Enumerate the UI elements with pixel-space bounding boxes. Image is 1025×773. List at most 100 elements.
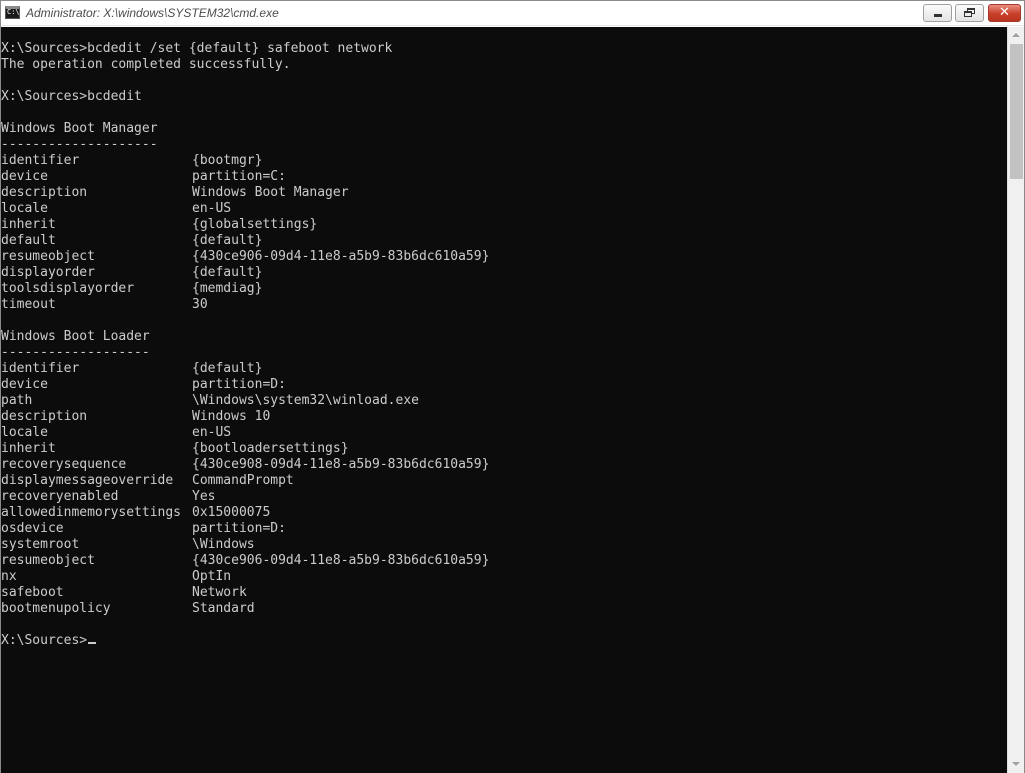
chevron-up-icon <box>1012 33 1020 37</box>
bcd-setting-name: recoverysequence <box>1 457 127 472</box>
console-text: -------------------- <box>1 137 158 152</box>
console-line: resumeobject {430ce906-09d4-11e8-a5b9-83b… <box>1 249 1007 265</box>
bcd-setting-name: osdevice <box>1 521 64 536</box>
scroll-up-button[interactable] <box>1008 27 1024 44</box>
bcd-setting-value: Windows Boot Manager <box>192 185 349 200</box>
bcd-setting-value: {default} <box>192 265 263 280</box>
bcd-setting-name: systemroot <box>1 537 80 552</box>
console-line: The operation completed successfully. <box>1 57 1007 73</box>
console-text: Windows Boot Manager <box>1 121 158 136</box>
bcd-setting-name: safeboot <box>1 585 64 600</box>
bcd-setting-value: \Windows\system32\winload.exe <box>192 393 419 408</box>
console-line: resumeobject {430ce906-09d4-11e8-a5b9-83b… <box>1 553 1007 569</box>
bcd-setting-value: CommandPrompt <box>192 473 294 488</box>
bcd-setting-value: {bootloadersettings} <box>192 441 349 456</box>
bcd-setting-value: 0x15000075 <box>192 505 271 520</box>
bcd-setting-name: inherit <box>1 441 56 456</box>
bcd-setting-name: identifier <box>1 153 80 168</box>
minimize-button[interactable] <box>923 4 952 22</box>
console-line: identifier {default} <box>1 361 1007 377</box>
text-cursor <box>88 642 97 644</box>
bcd-setting-name: displayorder <box>1 265 95 280</box>
console-line: ------------------- <box>1 345 1007 361</box>
console-line: systemroot \Windows <box>1 537 1007 553</box>
console-output[interactable]: X:\Sources>bcdedit /set {default} safebo… <box>1 27 1007 773</box>
bcd-setting-name: identifier <box>1 361 80 376</box>
console-line: nx OptIn <box>1 569 1007 585</box>
console-text: X:\Sources>bcdedit <box>1 89 142 104</box>
scroll-down-button[interactable] <box>1008 756 1024 773</box>
console-line: default {default} <box>1 233 1007 249</box>
console-lines: X:\Sources>bcdedit /set {default} safebo… <box>1 41 1007 649</box>
console-text: Windows Boot Loader <box>1 329 150 344</box>
bcd-setting-value: Network <box>192 585 247 600</box>
console-line: displayorder {default} <box>1 265 1007 281</box>
minimize-icon <box>934 14 942 17</box>
scrollbar-thumb[interactable] <box>1010 44 1023 179</box>
console-line: Windows Boot Loader <box>1 329 1007 345</box>
bcd-setting-value: {bootmgr} <box>192 153 263 168</box>
console-line: inherit {bootloadersettings} <box>1 441 1007 457</box>
bcd-setting-name: resumeobject <box>1 553 95 568</box>
bcd-setting-name: default <box>1 233 56 248</box>
console-line: recoverysequence {430ce908-09d4-11e8-a5b9… <box>1 457 1007 473</box>
restore-icon <box>964 8 976 18</box>
cmd-window: C:\ Administrator: X:\windows\SYSTEM32\c… <box>0 0 1025 773</box>
bcd-setting-name: path <box>1 393 33 408</box>
console-line: locale en-US <box>1 201 1007 217</box>
console-line: safeboot Network <box>1 585 1007 601</box>
bcd-setting-value: en-US <box>192 425 232 440</box>
bcd-setting-value: partition=D: <box>192 377 286 392</box>
console-line: recoveryenabled Yes <box>1 489 1007 505</box>
bcd-setting-value: Standard <box>192 601 255 616</box>
bcd-setting-value: Yes <box>192 489 216 504</box>
bcd-setting-value: {430ce906-09d4-11e8-a5b9-83b6dc610a59} <box>192 553 490 568</box>
bcd-setting-value: en-US <box>192 201 232 216</box>
bcd-setting-name: timeout <box>1 297 56 312</box>
command-prompt: X:\Sources> <box>1 633 88 648</box>
bcd-setting-value: \Windows <box>192 537 255 552</box>
bcd-setting-name: displaymessageoverride <box>1 473 174 488</box>
console-line: X:\Sources>bcdedit <box>1 89 1007 105</box>
console-line: Windows Boot Manager <box>1 121 1007 137</box>
bcd-setting-name: device <box>1 377 48 392</box>
console-line: inherit {globalsettings} <box>1 217 1007 233</box>
console-line: -------------------- <box>1 137 1007 153</box>
console-line: displaymessageoverride CommandPrompt <box>1 473 1007 489</box>
console-line: X:\Sources>bcdedit /set {default} safebo… <box>1 41 1007 57</box>
vertical-scrollbar[interactable] <box>1007 27 1024 773</box>
bcd-setting-value: {430ce906-09d4-11e8-a5b9-83b6dc610a59} <box>192 249 490 264</box>
bcd-setting-name: description <box>1 409 88 424</box>
restore-button[interactable] <box>955 4 984 22</box>
bcd-setting-name: locale <box>1 425 48 440</box>
console-line: device partition=D: <box>1 377 1007 393</box>
bcd-setting-value: Windows 10 <box>192 409 271 424</box>
bcd-setting-name: description <box>1 185 88 200</box>
bcd-setting-name: resumeobject <box>1 249 95 264</box>
bcd-setting-value: {430ce908-09d4-11e8-a5b9-83b6dc610a59} <box>192 457 490 472</box>
window-title: Administrator: X:\windows\SYSTEM32\cmd.e… <box>26 6 279 20</box>
title-bar[interactable]: C:\ Administrator: X:\windows\SYSTEM32\c… <box>1 1 1024 26</box>
console-line: description Windows 10 <box>1 409 1007 425</box>
bcd-setting-name: recoveryenabled <box>1 489 119 504</box>
console-line: device partition=C: <box>1 169 1007 185</box>
bcd-setting-value: partition=C: <box>192 169 286 184</box>
cmd-app-icon[interactable]: C:\ <box>5 6 20 19</box>
bcd-setting-name: allowedinmemorysettings <box>1 505 182 520</box>
command-prompt-line[interactable]: X:\Sources> <box>1 633 1007 649</box>
close-icon: ✕ <box>999 5 1010 20</box>
bcd-setting-value: {globalsettings} <box>192 217 318 232</box>
console-line: bootmenupolicy Standard <box>1 601 1007 617</box>
bcd-setting-name: nx <box>1 569 17 584</box>
console-line: allowedinmemorysettings 0x15000075 <box>1 505 1007 521</box>
bcd-setting-value: {default} <box>192 361 263 376</box>
bcd-setting-value: 30 <box>192 297 208 312</box>
close-button[interactable]: ✕ <box>988 4 1021 22</box>
console-line: locale en-US <box>1 425 1007 441</box>
bcd-setting-name: bootmenupolicy <box>1 601 111 616</box>
bcd-setting-value: {default} <box>192 233 263 248</box>
bcd-setting-value: partition=D: <box>192 521 286 536</box>
